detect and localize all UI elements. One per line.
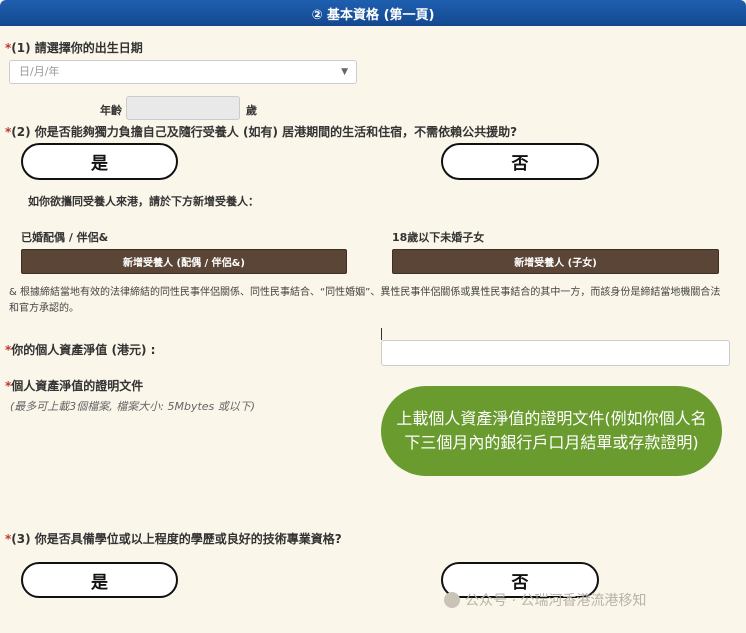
q2-label-row: *(2) 你是否能夠獨力負擔自己及隨行受養人 (如有) 居港期間的生活和住宿，不… [5, 123, 517, 140]
q2-yes-button[interactable]: 是 [21, 143, 178, 180]
watermark-text: 公众号 · 公瑞河香港流港移知 [465, 593, 647, 609]
upload-proof-button[interactable]: 上載個人資產淨值的證明文件(例如你個人名下三個月內的銀行戶口月結單或存款證明) [381, 386, 722, 476]
q2-no-button[interactable]: 否 [441, 143, 599, 180]
chevron-down-icon: ▼ [341, 67, 348, 77]
proof-label: 個人資產淨值的證明文件 [11, 379, 144, 393]
q3-label-row: *(3) 你是否具備學位或以上程度的學歷或良好的技術專業資格? [5, 530, 342, 547]
upload-hint: (最多可上載3個檔案, 檔案大小: 5Mbytes 或以下) [10, 400, 256, 413]
footnote: & 根據締結當地有效的法律締結的同性民事伴侶關係、同性民事結合、“同性婚姻”、異… [9, 287, 721, 314]
age-suffix: 歲 [246, 104, 257, 117]
wechat-icon [444, 592, 460, 608]
watermark: 公众号 · 公瑞河香港流港移知 [444, 590, 646, 610]
child-label: 18歲以下未婚子女 [392, 231, 485, 244]
section-header: ② 基本資格 (第一頁) [0, 0, 746, 26]
birthdate-select[interactable]: 日/月/年 ▼ [9, 60, 357, 84]
add-child-button[interactable]: 新增受養人 (子女) [392, 249, 719, 274]
q3-yes-button[interactable]: 是 [21, 562, 178, 598]
age-field [126, 96, 240, 120]
q3-label: (3) 你是否具備學位或以上程度的學歷或良好的技術專業資格? [11, 532, 342, 546]
assets-label: 你的個人資產淨值 (港元) : [11, 343, 156, 357]
proof-label-row: *個人資產淨值的證明文件 [5, 377, 143, 394]
q1-label-row: *(1) 請選擇你的出生日期 [5, 39, 143, 56]
net-assets-input[interactable] [381, 340, 730, 366]
text-cursor [381, 328, 382, 340]
q2-label: (2) 你是否能夠獨力負擔自己及隨行受養人 (如有) 居港期間的生活和住宿，不需… [11, 125, 518, 139]
assets-label-row: *你的個人資產淨值 (港元) : [5, 341, 155, 358]
age-prefix: 年齡 [100, 104, 122, 117]
section-title: ② 基本資格 (第一頁) [311, 7, 435, 23]
spouse-label: 已婚配偶 / 伴侶& [21, 231, 109, 244]
birthdate-placeholder: 日/月/年 [19, 65, 60, 78]
q1-label: (1) 請選擇你的出生日期 [11, 41, 143, 55]
add-spouse-button[interactable]: 新增受養人 (配偶 / 伴侶&) [21, 249, 347, 274]
dependents-prompt: 如你欲攜同受養人來港，請於下方新增受養人： [28, 195, 259, 208]
